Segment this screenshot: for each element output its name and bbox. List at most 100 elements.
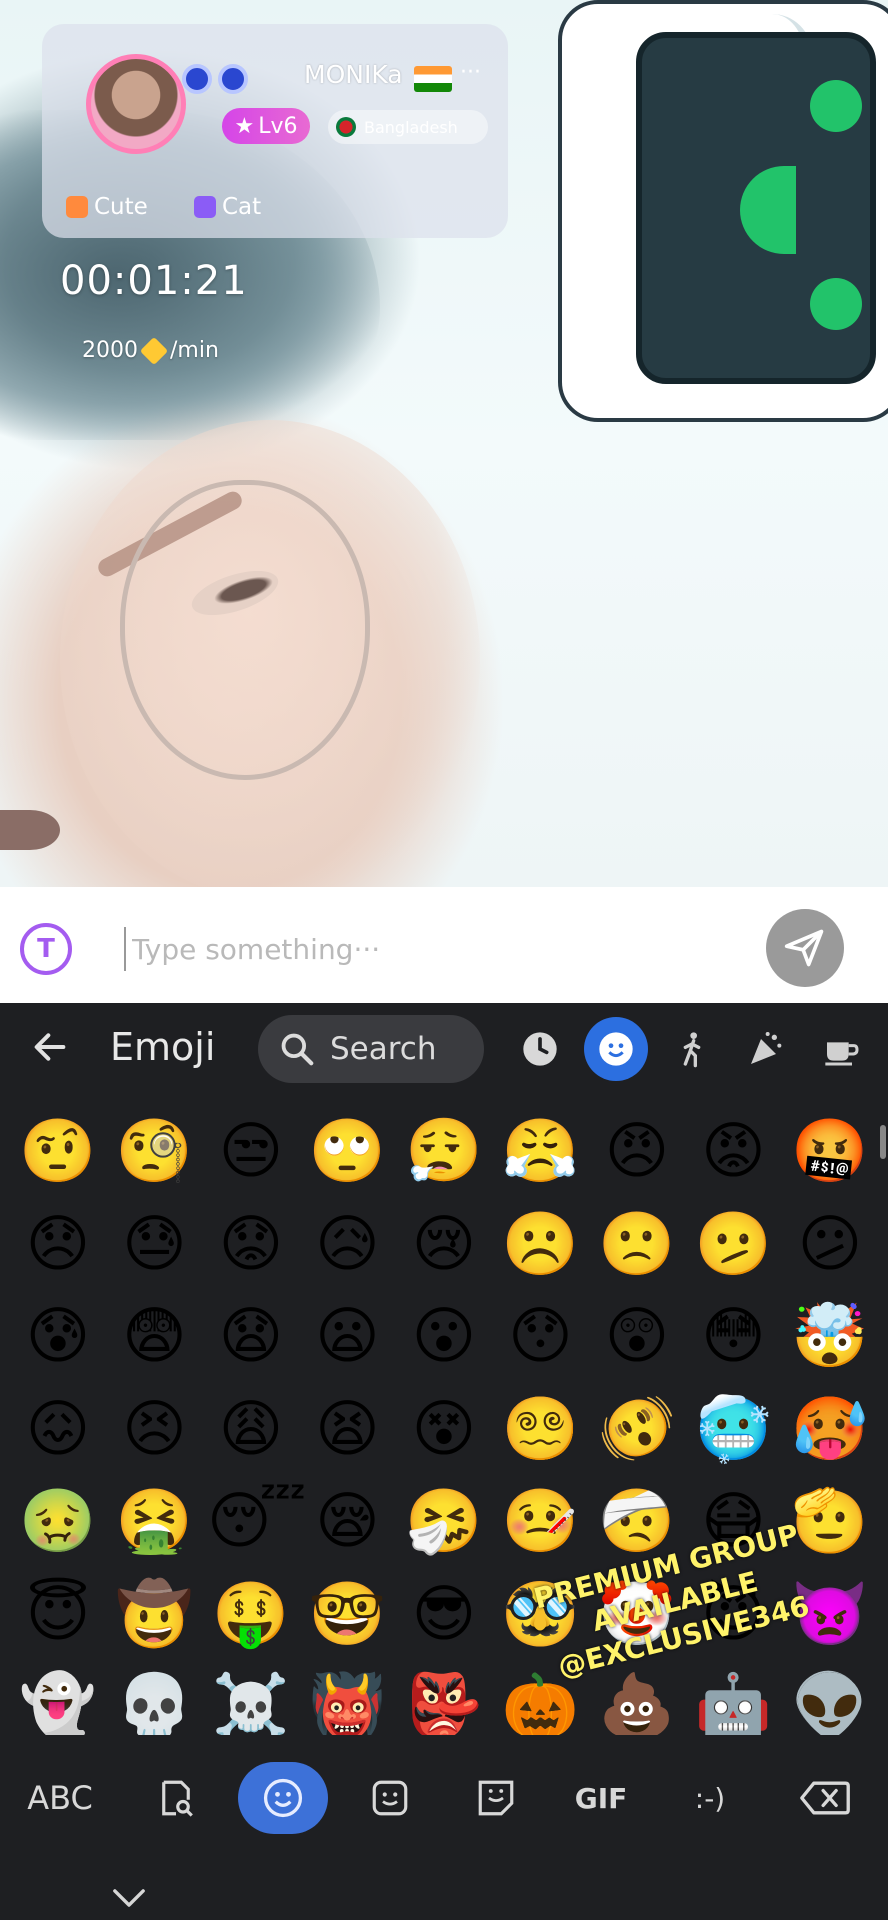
call-timer: 00:01:21 [60,258,248,304]
emoji-key[interactable]: 🥶 [690,1385,778,1473]
emoji-key[interactable]: 🤬 [786,1107,874,1195]
tag-cute: Cute [66,194,148,220]
emoji-key[interactable]: 🙄 [304,1107,392,1195]
emoji-key[interactable]: 🫨 [593,1385,681,1473]
hide-keyboard-chevron-icon[interactable] [112,1882,146,1917]
emoji-key[interactable]: 😮‍💨 [400,1107,488,1195]
emoji-key[interactable]: 😴 [207,1477,306,1565]
sticker-icon [372,1780,408,1816]
emoji-key[interactable]: 🫤 [690,1200,778,1288]
sticker-search-icon [162,1780,193,1817]
country-badge: Bangladesh [328,110,488,144]
backspace-icon [800,1781,850,1815]
abc-key[interactable]: ABC [14,1762,106,1834]
emoji-key[interactable]: 😫 [304,1385,392,1473]
video-eye-left [0,810,60,850]
emoji-key[interactable]: 👻 [14,1662,102,1735]
diamond-icon [139,336,169,365]
bitmoji-key[interactable] [460,1762,532,1834]
emoji-search-button[interactable]: Search [258,1015,484,1083]
emoji-key[interactable]: 💀 [111,1662,199,1735]
emoji-key[interactable]: 👺 [400,1662,488,1735]
emoji-key[interactable]: 😵‍💫 [497,1385,585,1473]
more-icon[interactable]: ··· [460,60,481,85]
emoji-key[interactable]: 😤 [497,1107,585,1195]
emoji-key[interactable]: 😥 [304,1200,392,1288]
emoji-key[interactable]: 😰 [14,1292,102,1380]
emoji-key[interactable]: 😕 [786,1200,874,1288]
emoji-key[interactable]: 😓 [111,1200,199,1288]
message-input[interactable] [124,927,744,971]
emoji-key[interactable]: 😮 [400,1292,488,1380]
emoji-key[interactable]: 😡 [690,1107,778,1195]
keyboard-bottom-bar: ABC GIF :-) [0,1740,888,1860]
emoji-key[interactable]: ☹️ [497,1200,585,1288]
emoji-tab-key[interactable] [238,1762,328,1834]
emoji-key[interactable]: ☠️ [207,1662,295,1735]
recent-icon[interactable] [516,1025,564,1073]
smiley-icon[interactable] [584,1017,648,1081]
emoji-key[interactable]: 😪 [304,1477,392,1565]
pip-dot [810,80,862,132]
emoji-key[interactable]: 😎 [400,1570,488,1658]
emoji-key[interactable]: 🤑 [207,1570,295,1658]
emoji-key[interactable]: 😠 [593,1107,681,1195]
coffee-icon[interactable] [818,1025,866,1073]
level-badge: ★ Lv6 [222,108,310,144]
send-button[interactable] [766,909,844,987]
search-icon [281,1033,314,1066]
translate-icon[interactable]: T [20,923,72,975]
emoji-key[interactable]: 🤮 [111,1477,199,1565]
emoji-key[interactable]: 😟 [207,1200,295,1288]
sticker-key[interactable] [354,1762,426,1834]
emoji-key[interactable]: 😵 [400,1385,488,1473]
emoji-key[interactable]: 😖 [14,1385,102,1473]
emoji-key[interactable]: 😩 [207,1385,295,1473]
back-arrow-icon[interactable] [30,1027,74,1071]
vip-badge-icon [218,64,248,94]
emoji-grid: 🤨 🧐 😒 🙄 😮‍💨 😤 😠 😡 🤬 😞 😓 😟 😥 😢 ☹️ 🙁 🫤 😕 😰 😨 😧 😦 😮 😯 😲 😳 🤯 😖 😣 😩 😫 😵 😵‍💫 🫨 🥶… [0,1095,888,1735]
emoji-key[interactable]: 🧐 [111,1107,199,1195]
backspace-key[interactable] [786,1762,864,1834]
gif-key[interactable]: GIF [562,1762,640,1834]
emoji-key[interactable]: 😯 [497,1292,585,1380]
party-icon[interactable] [742,1025,790,1073]
tag-label: Cute [94,194,148,220]
emoticon-key[interactable]: :-) [672,1762,748,1834]
emoji-key[interactable]: 🤠 [111,1570,199,1658]
emoji-key[interactable]: 🤯 [786,1292,874,1380]
emoji-key[interactable]: 😞 [14,1200,102,1288]
bitmoji-icon [478,1780,514,1816]
emoji-key[interactable]: 😒 [207,1107,295,1195]
emoji-key[interactable]: 🤧 [400,1477,488,1565]
emoji-key[interactable]: 🤨 [14,1107,102,1195]
emoji-key[interactable]: 😇 [14,1570,102,1658]
emoji-key[interactable]: 🙁 [593,1200,681,1288]
send-icon [784,929,824,967]
pip-dot [810,278,862,330]
emoji-key[interactable]: 🤒 [497,1477,585,1565]
star-icon: ★ [234,113,255,139]
emoji-key[interactable]: 🤖 [690,1662,778,1735]
emoji-key[interactable]: 😣 [111,1385,199,1473]
emoji-key[interactable]: 😨 [111,1292,199,1380]
emoji-key[interactable]: 🤓 [304,1570,392,1658]
call-rate: 2000 /min [82,336,219,365]
sticker-search-key[interactable] [138,1762,214,1834]
emoji-scrollbar[interactable] [880,1125,886,1159]
emoji-key[interactable]: 👽 [786,1662,874,1735]
emoji-key[interactable]: 🥵 [786,1385,874,1473]
emoji-key[interactable]: 👹 [304,1662,392,1735]
level-label: Lv6 [258,113,298,139]
emoji-key[interactable]: 😧 [207,1292,295,1380]
emoji-key[interactable]: 😲 [593,1292,681,1380]
emoji-key[interactable]: 😳 [690,1292,778,1380]
message-bar: T [0,887,888,1003]
emoji-key[interactable]: 😦 [304,1292,392,1380]
person-walking-icon[interactable] [668,1025,716,1073]
emoji-key[interactable]: 😢 [400,1200,488,1288]
avatar[interactable] [86,54,186,154]
profile-card[interactable]: MONIKa ··· ★ Lv6 Bangladesh Cute Cat [42,24,508,238]
emoji-key[interactable]: 🤢 [14,1477,102,1565]
self-view-pip[interactable] [558,0,888,422]
